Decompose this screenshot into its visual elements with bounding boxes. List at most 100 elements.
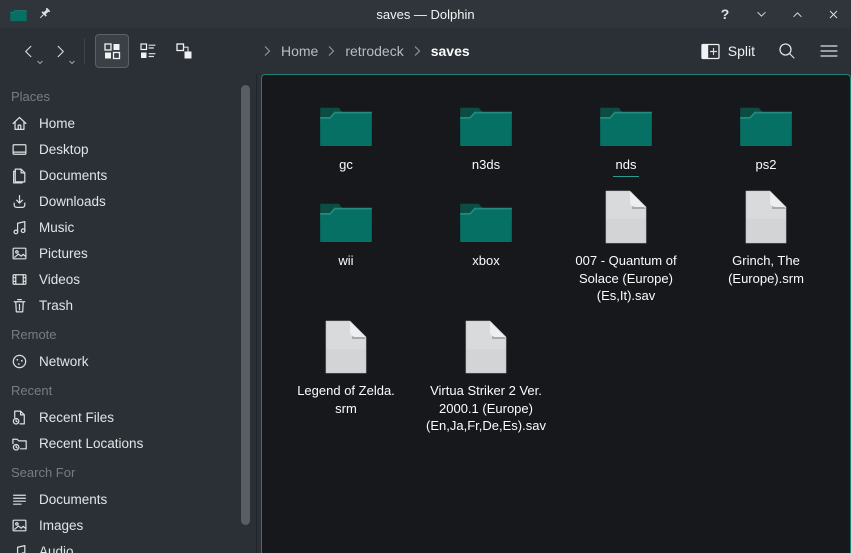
sidebar-item-network[interactable]: Network <box>0 348 261 374</box>
file-item-legend-of-zelda[interactable]: Legend of Zelda. srm <box>276 319 416 435</box>
menu-button[interactable] <box>819 41 839 61</box>
sidebar-item-search-images[interactable]: Images <box>0 512 261 538</box>
video-icon <box>11 271 28 288</box>
icons-view-icon <box>103 42 121 60</box>
titlebar[interactable]: saves — Dolphin ? <box>0 0 851 28</box>
sidebar-item-desktop[interactable]: Desktop <box>0 136 261 162</box>
folder-item-wii[interactable]: wii <box>276 189 416 319</box>
music-icon <box>11 219 28 236</box>
split-button[interactable]: Split <box>701 43 755 60</box>
sidebar-item-label: Pictures <box>39 246 88 261</box>
search-button[interactable] <box>777 41 797 61</box>
close-button[interactable] <box>825 6 841 22</box>
section-header-recent: Recent <box>0 374 261 404</box>
sidebar-item-recent-locations[interactable]: Recent Locations <box>0 430 261 456</box>
sidebar-item-label: Documents <box>39 492 107 507</box>
sidebar-item-label: Home <box>39 116 75 131</box>
section-header-search-for: Search For <box>0 456 261 486</box>
sidebar-item-label: Videos <box>39 272 80 287</box>
trash-icon <box>11 297 28 314</box>
split-view-icon <box>701 43 720 60</box>
sidebar-item-trash[interactable]: Trash <box>0 292 261 318</box>
item-label: xbox <box>472 252 499 270</box>
forward-history-caret-icon[interactable] <box>68 60 76 65</box>
document-lines-icon <box>11 491 28 508</box>
sidebar-item-label: Downloads <box>39 194 106 209</box>
item-label: n3ds <box>472 156 500 174</box>
sidebar-item-recent-files[interactable]: Recent Files <box>0 404 261 430</box>
image-icon <box>11 517 28 534</box>
music-icon <box>11 543 28 553</box>
sidebar-item-search-audio[interactable]: Audio <box>0 538 261 553</box>
folder-icon <box>599 103 653 147</box>
sidebar-scrollbar-thumb[interactable] <box>241 85 250 525</box>
sidebar-item-label: Recent Locations <box>39 436 143 451</box>
maximize-button[interactable] <box>789 6 805 22</box>
sidebar-item-home[interactable]: Home <box>0 110 261 136</box>
file-icon <box>744 189 788 245</box>
sidebar-divider <box>256 74 257 553</box>
folder-icon <box>459 103 513 147</box>
sidebar-item-label: Network <box>39 354 89 369</box>
back-button[interactable] <box>12 35 44 67</box>
sidebar-item-documents[interactable]: Documents <box>0 162 261 188</box>
section-header-places: Places <box>0 80 261 110</box>
file-item-007-quantum-of-solace[interactable]: 007 - Quantum of Solace (Europe) (Es,It)… <box>556 189 696 319</box>
sidebar-item-pictures[interactable]: Pictures <box>0 240 261 266</box>
item-label: Legend of Zelda. srm <box>297 382 395 417</box>
folder-item-nds[interactable]: nds <box>556 93 696 189</box>
folder-icon <box>319 199 373 243</box>
window-controls: ? <box>717 6 841 22</box>
sidebar-item-label: Trash <box>39 298 73 313</box>
recent-file-icon <box>11 409 28 426</box>
back-history-caret-icon[interactable] <box>36 60 44 65</box>
breadcrumb-item-retrodeck[interactable]: retrodeck <box>345 43 403 59</box>
item-label-hovered: nds <box>613 156 640 177</box>
folder-item-xbox[interactable]: xbox <box>416 189 556 319</box>
folder-view[interactable]: gc n3ds nds ps2 wii <box>261 74 851 553</box>
file-item-grinch-the[interactable]: Grinch, The (Europe).srm <box>696 189 836 319</box>
folder-item-n3ds[interactable]: n3ds <box>416 93 556 189</box>
forward-button[interactable] <box>44 35 76 67</box>
details-view-button[interactable] <box>131 34 165 68</box>
window-body: Places Home Desktop Documents Downloads … <box>0 74 851 553</box>
breadcrumb-item-home[interactable]: Home <box>281 43 318 59</box>
sidebar-item-music[interactable]: Music <box>0 214 261 240</box>
sidebar-item-videos[interactable]: Videos <box>0 266 261 292</box>
folder-icon <box>459 199 513 243</box>
sidebar-item-label: Audio <box>39 544 74 553</box>
file-icon <box>604 189 648 245</box>
icon-grid-row: wii xbox 007 - Quantum of Solace (Europe… <box>276 189 850 319</box>
sidebar-item-downloads[interactable]: Downloads <box>0 188 261 214</box>
folder-item-ps2[interactable]: ps2 <box>696 93 836 189</box>
file-item-virtua-striker-2[interactable]: Virtua Striker 2 Ver. 2000.1 (Europe) (E… <box>416 319 556 435</box>
sidebar-item-search-documents[interactable]: Documents <box>0 486 261 512</box>
folder-icon <box>319 103 373 147</box>
section-header-remote: Remote <box>0 318 261 348</box>
pin-icon[interactable] <box>37 7 52 22</box>
tree-view-button[interactable] <box>167 34 201 68</box>
sidebar-item-label: Music <box>39 220 74 235</box>
details-view-icon <box>139 42 157 60</box>
help-button[interactable]: ? <box>717 6 733 22</box>
item-label: gc <box>339 156 353 174</box>
sidebar-item-label: Recent Files <box>39 410 114 425</box>
desktop-icon <box>11 141 28 158</box>
download-icon <box>11 193 28 210</box>
tree-view-icon <box>175 42 193 60</box>
breadcrumb: Home retrodeck saves <box>263 28 470 74</box>
sidebar-item-label: Images <box>39 518 83 533</box>
recent-folder-icon <box>11 435 28 452</box>
item-label: wii <box>338 252 353 270</box>
breadcrumb-item-saves[interactable]: saves <box>431 43 470 59</box>
document-icon <box>11 167 28 184</box>
minimize-button[interactable] <box>753 6 769 22</box>
breadcrumb-chevron-icon <box>327 45 336 57</box>
split-button-label: Split <box>728 43 755 59</box>
search-icon <box>777 41 797 61</box>
icons-view-button[interactable] <box>95 34 129 68</box>
item-label: Grinch, The (Europe).srm <box>728 252 804 287</box>
folder-item-gc[interactable]: gc <box>276 93 416 189</box>
sidebar-item-label: Documents <box>39 168 107 183</box>
file-icon <box>324 319 368 375</box>
